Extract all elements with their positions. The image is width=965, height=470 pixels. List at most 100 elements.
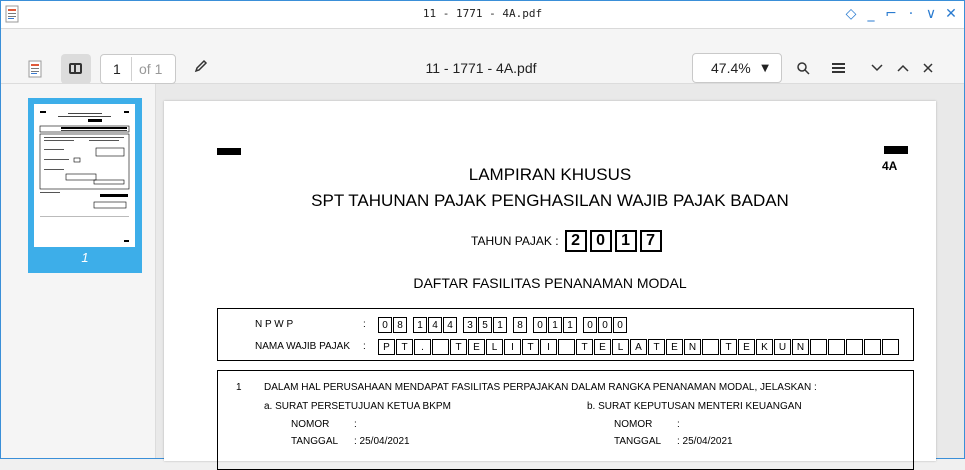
nama-cell: L [612,339,629,355]
nama-cells: PT.TELITITELATENTEKUN [378,339,900,355]
maximize-icon[interactable]: ⌐ [884,6,898,22]
zoom-value: 47.4% [711,60,751,76]
document-icon [28,60,42,78]
year-digit: 0 [589,230,612,252]
nama-label: NAMA WAJIB PAJAK [255,341,351,352]
npwp-label: N P W P [255,319,294,330]
nama-cell: N [684,339,701,355]
npwp-cells: 081443518011000 [378,317,628,333]
close-icon[interactable]: ✕ [944,6,958,22]
nomor-a-colon: : [354,419,357,430]
chevron-down-icon[interactable] [871,64,883,72]
npwp-cell: 3 [463,317,477,333]
chevron-down-icon: ▼ [761,63,769,74]
nomor-b-label: NOMOR [614,419,653,430]
nama-cell: T [720,339,737,355]
npwp-cell: 0 [583,317,597,333]
nomor-b-colon: : [677,419,680,430]
npwp-cell: 1 [563,317,577,333]
menkeu-label: b. SURAT KEPUTUSAN MENTERI KEUANGAN [587,401,802,412]
menu-dot-icon[interactable]: · [904,6,918,22]
window-controls: ◇ _ ⌐ · ∨ ✕ [844,4,958,24]
nama-colon: : [363,341,366,352]
pencil-icon[interactable] [194,59,208,73]
window-title: 11 - 1771 - 4A.pdf [422,7,543,20]
npwp-cell: 0 [533,317,547,333]
corner-mark-right [884,146,908,154]
nama-cell: U [774,339,791,355]
npwp-cell: 0 [598,317,612,333]
nama-cell: E [468,339,485,355]
heading-subtitle: SPT TAHUNAN PAJAK PENGHASILAN WAJIB PAJA… [311,191,789,210]
nama-cell: E [666,339,683,355]
zoom-select[interactable]: 47.4% ▼ [692,53,782,83]
section-question: DALAM HAL PERUSAHAAN MENDAPAT FASILITAS … [264,382,817,393]
tahun-pajak-row: TAHUN PAJAK : 2 0 1 7 [471,229,662,253]
nama-cell: L [486,339,503,355]
npwp-cell: 1 [548,317,562,333]
page-thumbnail-selected[interactable]: 1 [28,98,142,273]
tanggal-b-label: TANGGAL [614,436,662,447]
page-total: of 1 [139,61,163,77]
tanggal-a-label: TANGGAL [291,436,339,447]
nama-cell: P [378,339,395,355]
thumbnail-preview [39,111,130,242]
nomor-a-label: NOMOR [291,419,330,430]
current-page[interactable]: 1 [113,61,121,77]
year-digit: 2 [564,230,587,252]
bkpm-label: a. SURAT PERSETUJUAN KETUA BKPM [264,401,451,412]
keep-above-icon[interactable]: ◇ [844,6,858,22]
nama-cell: A [630,339,647,355]
npwp-cell: 1 [493,317,507,333]
nama-cell: T [648,339,665,355]
year-digit: 1 [614,230,637,252]
section-1: 1 DALAM HAL PERUSAHAAN MENDAPAT FASILITA… [217,370,914,470]
nama-cell: . [414,339,431,355]
page-divider [131,57,132,81]
thumbnail-image [34,104,135,247]
npwp-colon: : [363,319,366,330]
npwp-cell: 0 [378,317,392,333]
title-bar: 11 - 1771 - 4A.pdf ◇ _ ⌐ · ∨ ✕ [1,1,964,29]
app-window: 11 - 1771 - 4A.pdf ◇ _ ⌐ · ∨ ✕ 1 of 1 11… [0,0,965,470]
shade-icon[interactable]: ∨ [924,6,938,22]
nama-cell [810,339,827,355]
npwp-cell: 8 [393,317,407,333]
section-number: 1 [236,382,242,393]
chevron-up-icon[interactable] [897,64,909,72]
hamburger-menu-icon[interactable] [832,62,845,74]
heading-title: LAMPIRAN KHUSUS [468,165,632,184]
minimize-icon[interactable]: _ [864,6,878,22]
corner-mark-left [217,148,241,155]
nama-cell [864,339,881,355]
nama-cell [432,339,449,355]
npwp-cell: 4 [428,317,442,333]
section-heading: DAFTAR FASILITAS PENANAMAN MODAL [413,275,687,291]
npwp-cell: 0 [613,317,627,333]
nama-cell: I [540,339,557,355]
toolbar: 1 of 1 11 - 1771 - 4A.pdf 47.4% ▼ [1,29,964,84]
sidebar-toggle-button[interactable] [61,54,91,84]
search-icon[interactable] [797,62,810,75]
tahun-pajak-label: TAHUN PAJAK : [471,234,559,248]
npwp-cell: 5 [478,317,492,333]
close-search-icon[interactable] [923,63,933,73]
taxpayer-id-box: N P W P : 081443518011000 NAMA WAJIB PAJ… [217,308,914,361]
thumbnail-sidebar: 1 [1,84,156,458]
tanggal-a-value: : 25/04/2021 [354,436,410,447]
npwp-cell: 4 [443,317,457,333]
document-viewer[interactable]: 4 A LAMPIRAN KHUSUS SPT TAHUNAN PAJAK PEN… [156,84,964,470]
nama-cell: K [756,339,773,355]
npwp-cell: 8 [513,317,527,333]
nama-cell: I [504,339,521,355]
sidebar-icon [69,63,82,74]
nama-cell [846,339,863,355]
nama-cell: N [792,339,809,355]
pdf-page: 4 A LAMPIRAN KHUSUS SPT TAHUNAN PAJAK PEN… [164,101,936,470]
nama-cell: T [450,339,467,355]
page-number-field[interactable]: 1 of 1 [100,54,176,84]
npwp-cell: 1 [413,317,427,333]
document-title: 11 - 1771 - 4A.pdf [425,60,537,76]
nama-cell: T [576,339,593,355]
nama-cell: E [738,339,755,355]
